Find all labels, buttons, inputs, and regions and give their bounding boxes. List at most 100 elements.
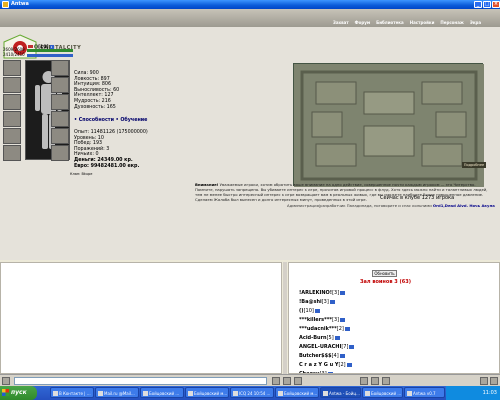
club-map[interactable] [293, 63, 484, 187]
filter-icon[interactable] [360, 377, 368, 385]
start-button[interactable]: пуск [0, 386, 37, 400]
private-icon[interactable] [371, 377, 379, 385]
user-list-item[interactable]: ()[10] [299, 307, 354, 316]
app-icon [53, 391, 58, 396]
amulet-slot[interactable] [51, 60, 69, 76]
taskbar-item[interactable]: Бойцовский м... [275, 387, 319, 398]
user-list-item[interactable]: !Ba@shi[3] [299, 298, 354, 307]
notice-text: Внимание! Уважаемые игроки, хотим обрати… [195, 182, 495, 202]
clock[interactable]: 11:03 [483, 390, 497, 396]
app-icon [2, 1, 9, 8]
belt-slot[interactable] [3, 128, 21, 144]
bracer-slot[interactable] [51, 94, 69, 110]
panel-splitter[interactable] [283, 262, 287, 374]
app-icon [143, 391, 148, 396]
app-icon [98, 391, 103, 396]
taskbar-item[interactable]: Бойцовский ... [140, 387, 184, 398]
glove-slot[interactable] [51, 128, 69, 144]
chat-messages[interactable] [0, 262, 282, 374]
user-name[interactable]: Butcher$$$ [299, 353, 332, 359]
character-stats: Сила: 900 Ловкость: 897 Интуиция: 806 Вы… [74, 71, 119, 110]
exp-value: Опыт: 11481126 (175000000) [74, 130, 148, 135]
hp-mp-bars: 2609/2609 2410/2410 [3, 47, 73, 57]
taskbar-item[interactable]: ICQ 24 10:54 ... [230, 387, 274, 398]
user-info-icon[interactable] [340, 317, 346, 322]
helmet-slot[interactable] [3, 60, 21, 76]
chat-input-bar [0, 374, 500, 386]
user-level: [3] [321, 299, 329, 305]
user-name[interactable]: Acid-Burn [299, 335, 327, 341]
app-icon [365, 391, 370, 396]
user-list-item[interactable]: C r a z Y G u Y[2] [299, 361, 354, 370]
user-level: [10] [303, 308, 314, 314]
mp-bar [26, 53, 73, 57]
boots-slot[interactable] [3, 145, 21, 161]
nav-item[interactable]: Персонаж [437, 20, 467, 25]
euro-value: Евро: 99482481.00 екр. [74, 163, 140, 169]
club-map-image [294, 64, 484, 187]
settings-icon[interactable] [490, 377, 498, 385]
nav-item[interactable]: Экра [467, 20, 484, 25]
chat-mode-icon[interactable] [2, 377, 10, 385]
admins-names[interactable]: Ord1,Dead Alvd. Ночь Акула [433, 203, 495, 208]
taskbar-item[interactable]: В Контакте | ... [50, 387, 94, 398]
nav-item[interactable]: Форум [352, 20, 373, 25]
exit-icon[interactable] [480, 377, 488, 385]
user-list-item[interactable]: ***udacnik***[2] [299, 325, 354, 334]
mp-value: 2410/2410 [3, 52, 25, 57]
user-info-icon[interactable] [344, 326, 350, 331]
user-list-item[interactable]: Butcher$$$[4] [299, 352, 354, 361]
smile-icon[interactable] [283, 377, 291, 385]
taskbar-item[interactable]: Antwa v0.7 [404, 387, 445, 398]
earring-slot[interactable] [3, 77, 21, 93]
user-list-item[interactable]: !ARLEKINO![3] [299, 289, 354, 298]
abilities-links[interactable]: • Способности • Обучение [74, 118, 147, 123]
user-info-icon[interactable] [340, 290, 346, 295]
offhand-slot[interactable] [51, 145, 69, 161]
clear-icon[interactable] [294, 377, 302, 385]
user-list-item[interactable]: Acid-Burn[5] [299, 334, 354, 343]
room-title: Зал воинов 3 (63) [360, 279, 411, 285]
top-navigation: Захват Форум Библиотека Настройки Персон… [330, 20, 484, 25]
map-details-button[interactable]: Подробнее [462, 162, 486, 168]
user-level: [3] [332, 290, 340, 296]
user-info-icon[interactable] [339, 353, 345, 358]
user-name[interactable]: C r a z Y G u Y [299, 362, 339, 368]
nav-item[interactable]: Настройки [407, 20, 438, 25]
window-titlebar: Antwa _ □ × [0, 0, 500, 9]
user-list-panel[interactable]: Обновить Зал воинов 3 (63) !ARLEKINO![3]… [288, 262, 500, 374]
shield-slot[interactable] [51, 111, 69, 127]
user-level: [3] [332, 317, 340, 323]
close-button[interactable]: × [492, 1, 500, 8]
send-button[interactable] [272, 377, 280, 385]
weapon-slot[interactable] [3, 94, 21, 110]
taskbar-item[interactable]: Бойцовский ... [362, 387, 403, 398]
user-name[interactable]: ANGEL-URACHI [299, 344, 341, 350]
user-info-icon[interactable] [334, 335, 340, 340]
taskbar-item[interactable]: Antwa - Бойц... [320, 387, 361, 398]
user-info-icon[interactable] [314, 308, 320, 313]
armor-slot[interactable] [3, 111, 21, 127]
nav-item[interactable]: Захват [330, 20, 352, 25]
user-level: [5] [326, 335, 334, 341]
user-name[interactable]: !ARLEKINO! [299, 290, 332, 296]
sound-icon[interactable] [382, 377, 390, 385]
maximize-button[interactable]: □ [483, 1, 491, 8]
user-list-item[interactable]: ANGEL-URACHI[7] [299, 343, 355, 352]
refresh-button[interactable]: Обновить [372, 270, 397, 277]
taskbar-item[interactable]: Mail.ru @Mail... [95, 387, 139, 398]
user-info-icon[interactable] [346, 362, 352, 367]
user-name[interactable]: ***udacnik*** [299, 326, 337, 332]
user-info-icon[interactable] [329, 299, 335, 304]
ring-slot[interactable] [51, 77, 69, 93]
chat-input[interactable] [14, 377, 267, 385]
nav-item[interactable]: Библиотека [373, 20, 407, 25]
user-info-icon[interactable] [349, 344, 355, 349]
app-icon [188, 391, 193, 396]
user-name[interactable]: ***killers*** [299, 317, 332, 323]
user-list: !ARLEKINO![3] !Ba@shi[3] ()[10] ***killers*… [299, 289, 355, 373]
user-list-item[interactable]: ***killers***[3] [299, 316, 354, 325]
user-name[interactable]: !Ba@shi [299, 299, 322, 305]
minimize-button[interactable]: _ [474, 1, 482, 8]
taskbar-item[interactable]: Бойцовский м... [185, 387, 229, 398]
